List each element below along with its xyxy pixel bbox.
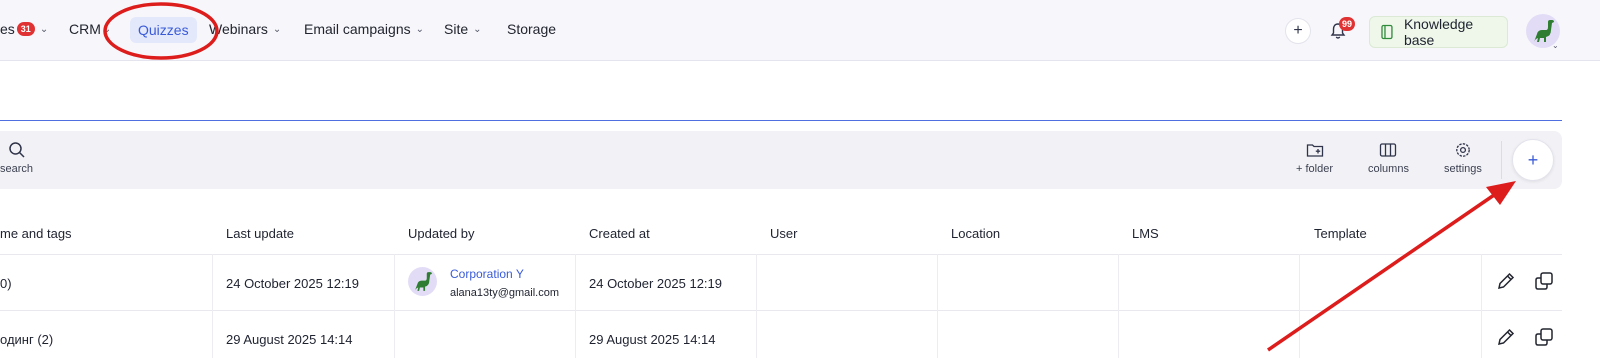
- column-divider: [394, 254, 395, 358]
- chevron-down-icon: ⌄: [272, 23, 282, 35]
- quiz-name[interactable]: одинг (2): [0, 332, 53, 347]
- column-header-created-at[interactable]: Created at: [589, 226, 650, 241]
- nav-item-label: Webinars: [209, 21, 268, 37]
- column-divider: [1481, 254, 1482, 358]
- annotation-arrow-line: [1267, 191, 1498, 352]
- chevron-down-icon: ⌄: [415, 23, 424, 35]
- dinosaur-avatar-icon: [414, 272, 432, 291]
- columns-icon: [1380, 143, 1397, 157]
- add-folder-label: + folder: [1296, 163, 1333, 175]
- columns-label: columns: [1368, 163, 1409, 175]
- row-divider: [0, 254, 1562, 255]
- toolbar-separator: [1501, 141, 1502, 179]
- plus-icon: +: [1527, 149, 1539, 170]
- nav-item-label: Storage: [507, 21, 557, 37]
- settings-button[interactable]: settings: [1444, 141, 1482, 175]
- column-header-updated-by[interactable]: Updated by: [408, 226, 475, 241]
- nav-item-partial-es[interactable]: es 31 ⌄: [0, 14, 48, 44]
- column-header-lms[interactable]: LMS: [1132, 226, 1159, 241]
- folder-plus-icon: [1306, 144, 1323, 157]
- top-navigation-bar: es 31 ⌄ CRM ⌄ Quizzes Webinars ⌄ Email c…: [0, 0, 1600, 61]
- chevron-down-icon: ⌄: [102, 23, 112, 35]
- add-folder-button[interactable]: + folder: [1296, 141, 1333, 175]
- quiz-name[interactable]: 0): [0, 276, 12, 291]
- updated-by-avatar: [408, 267, 437, 296]
- nav-item-email-campaigns[interactable]: Email campaigns ⌄: [304, 14, 424, 44]
- column-divider: [1118, 254, 1119, 358]
- book-icon: [1381, 24, 1393, 40]
- plus-icon[interactable]: +: [1285, 18, 1311, 44]
- column-divider: [212, 254, 213, 358]
- nav-item-label: es: [0, 21, 15, 37]
- columns-button[interactable]: columns: [1368, 141, 1409, 175]
- add-quiz-button[interactable]: +: [1512, 139, 1554, 181]
- nav-item-label: CRM: [69, 21, 101, 37]
- nav-item-label: Site: [444, 21, 469, 37]
- chevron-down-icon: ⌄: [473, 23, 482, 35]
- nav-item-label: Email campaigns: [304, 21, 411, 37]
- nav-item-crm[interactable]: CRM ⌄: [69, 14, 111, 44]
- knowledge-base-button[interactable]: Knowledge base: [1369, 16, 1508, 48]
- updated-by-email: alana13ty@gmail.com: [450, 287, 559, 299]
- notification-badge: 99: [1339, 17, 1356, 31]
- column-divider: [1299, 254, 1300, 358]
- search-button[interactable]: search: [0, 141, 33, 175]
- column-divider: [937, 254, 938, 358]
- column-header-last-update[interactable]: Last update: [226, 226, 294, 241]
- column-header-name-and-tags[interactable]: me and tags: [0, 226, 72, 241]
- last-update-value: 29 August 2025 14:14: [226, 332, 353, 347]
- gear-icon: [1456, 143, 1470, 157]
- copy-icon[interactable]: [1533, 326, 1555, 348]
- row-divider: [0, 310, 1562, 311]
- column-divider: [575, 254, 576, 358]
- created-at-value: 24 October 2025 12:19: [589, 276, 722, 291]
- updated-by-name-link[interactable]: Corporation Y: [450, 267, 524, 281]
- column-header-location[interactable]: Location: [951, 226, 1000, 241]
- chevron-down-icon: ⌄: [1552, 41, 1559, 50]
- section-divider: [0, 120, 1562, 121]
- count-badge: 31: [16, 22, 35, 36]
- copy-icon[interactable]: [1533, 270, 1555, 292]
- nav-item-storage[interactable]: Storage: [507, 14, 556, 44]
- pencil-icon[interactable]: [1495, 326, 1517, 348]
- last-update-value: 24 October 2025 12:19: [226, 276, 359, 291]
- search-label: search: [0, 163, 34, 175]
- nav-item-quizzes[interactable]: Quizzes: [130, 17, 197, 43]
- nav-item-site[interactable]: Site ⌄: [444, 14, 482, 44]
- column-divider: [756, 254, 757, 358]
- column-header-template[interactable]: Template: [1314, 226, 1367, 241]
- pencil-icon[interactable]: [1495, 270, 1517, 292]
- table-toolbar: search + folder columns settings: [0, 131, 1562, 189]
- created-at-value: 29 August 2025 14:14: [589, 332, 716, 347]
- nav-item-webinars[interactable]: Webinars ⌄: [209, 14, 281, 44]
- chevron-down-icon: ⌄: [39, 23, 49, 35]
- column-header-user[interactable]: User: [770, 226, 797, 241]
- nav-item-label: Quizzes: [138, 22, 189, 38]
- settings-label: settings: [1444, 163, 1482, 175]
- search-icon: [9, 142, 25, 158]
- knowledge-base-label: Knowledge base: [1403, 16, 1474, 48]
